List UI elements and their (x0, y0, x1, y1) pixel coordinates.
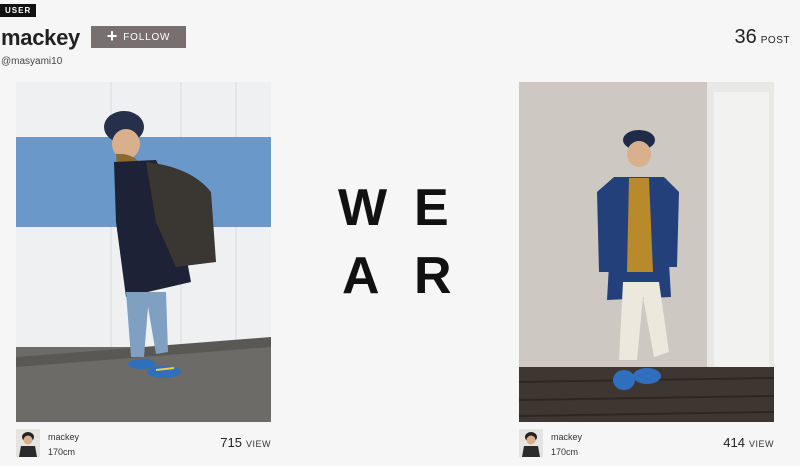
view-count-unit: VIEW (245, 439, 271, 449)
post-count-unit: POST (760, 35, 790, 46)
logo-letter-w: W (338, 179, 388, 237)
view-count-number: 414 (723, 435, 745, 450)
post-count: 36 POST (735, 26, 790, 49)
post-user-height: 170cm (48, 447, 76, 457)
post-photo-2[interactable] (519, 82, 774, 422)
post-footer-1: mackey 170cm 715 VIEW (16, 427, 271, 461)
view-count-unit: VIEW (748, 439, 774, 449)
view-count: 715 VIEW (220, 435, 271, 450)
user-avatar[interactable] (519, 429, 543, 457)
logo-letter-r: R (414, 247, 452, 305)
wear-logo: W E A R (336, 182, 456, 302)
logo-letter-a: A (342, 247, 380, 305)
logo-letter-e: E (414, 179, 449, 237)
view-count-number: 715 (220, 435, 242, 450)
user-badge: USER (0, 4, 37, 17)
post-user-name[interactable]: mackey (551, 432, 582, 442)
follow-button-label: FOLLOW (123, 31, 171, 43)
post-footer-2: mackey 170cm 414 VIEW (519, 427, 774, 461)
post-photo-1[interactable] (16, 82, 271, 422)
follow-button[interactable]: + FOLLOW (91, 26, 186, 48)
post-user-height: 170cm (551, 447, 579, 457)
profile-handle: @masyami10 (1, 56, 63, 67)
plus-icon: + (106, 26, 118, 46)
post-count-number: 36 (734, 26, 757, 48)
view-count: 414 VIEW (723, 435, 774, 450)
user-avatar[interactable] (16, 429, 40, 457)
post-user-name[interactable]: mackey (48, 432, 79, 442)
profile-username[interactable]: mackey (1, 25, 80, 51)
